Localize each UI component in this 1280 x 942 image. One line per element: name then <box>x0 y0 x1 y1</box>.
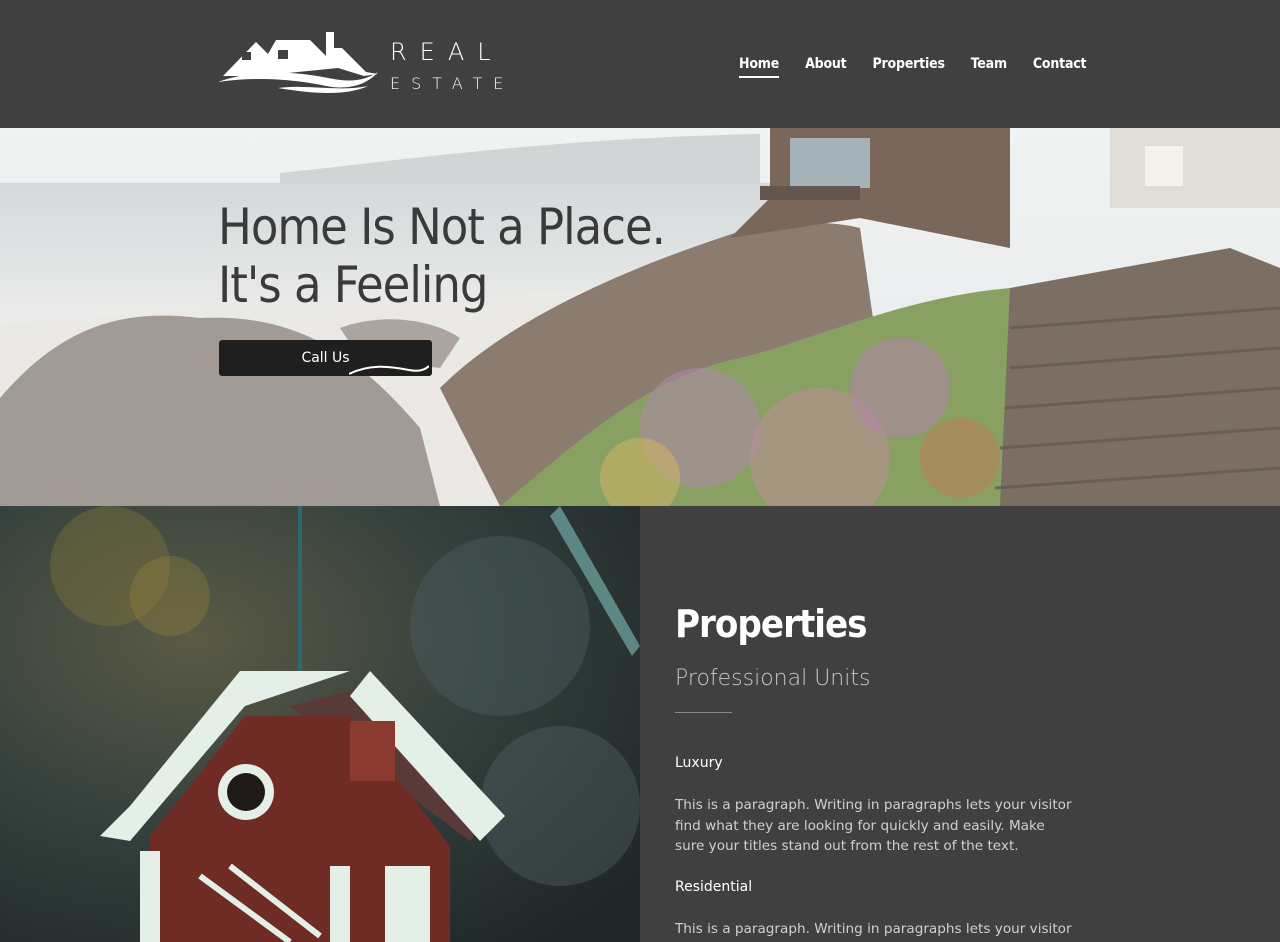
site-header: REAL ESTATE Home About Properties Team C… <box>0 0 1280 128</box>
property-heading-residential: Residential <box>675 879 753 895</box>
property-paragraph-luxury: This is a paragraph. Writing in paragrap… <box>675 797 1072 855</box>
house-logo-icon <box>218 32 378 93</box>
nav-contact[interactable]: Contact <box>1033 56 1087 76</box>
main-nav: Home About Properties Team Contact <box>739 56 1112 78</box>
divider <box>675 712 732 713</box>
logo[interactable]: REAL ESTATE <box>218 28 503 100</box>
coastal-house-hero-image <box>0 128 1280 506</box>
birdhouse-photo <box>0 506 640 942</box>
call-us-button[interactable]: Call Us <box>219 340 432 376</box>
properties-subtitle: Professional Units <box>675 666 871 691</box>
logo-text-real: REAL <box>390 38 504 66</box>
properties-section: Properties Professional Units Luxury Thi… <box>640 506 1280 942</box>
hero-headline-line-1: Home Is Not a Place. <box>218 198 666 256</box>
logo-text-estate: ESTATE <box>390 74 515 93</box>
hero-section: Home Is Not a Place. It's a Feeling Call… <box>0 128 1280 506</box>
hero-headline-line-2: It's a Feeling <box>218 256 488 314</box>
birdhouse-image <box>0 506 640 942</box>
wave-decoration-icon <box>349 365 429 375</box>
nav-about[interactable]: About <box>805 56 847 76</box>
call-us-label: Call Us <box>301 350 350 366</box>
property-heading-luxury: Luxury <box>675 755 723 771</box>
nav-home[interactable]: Home <box>739 56 779 78</box>
hero-headline: Home Is Not a Place. It's a Feeling <box>218 198 666 314</box>
property-paragraph-residential: This is a paragraph. Writing in paragrap… <box>675 921 1072 942</box>
nav-team[interactable]: Team <box>971 56 1007 76</box>
properties-title: Properties <box>675 602 868 646</box>
nav-properties[interactable]: Properties <box>873 56 945 76</box>
